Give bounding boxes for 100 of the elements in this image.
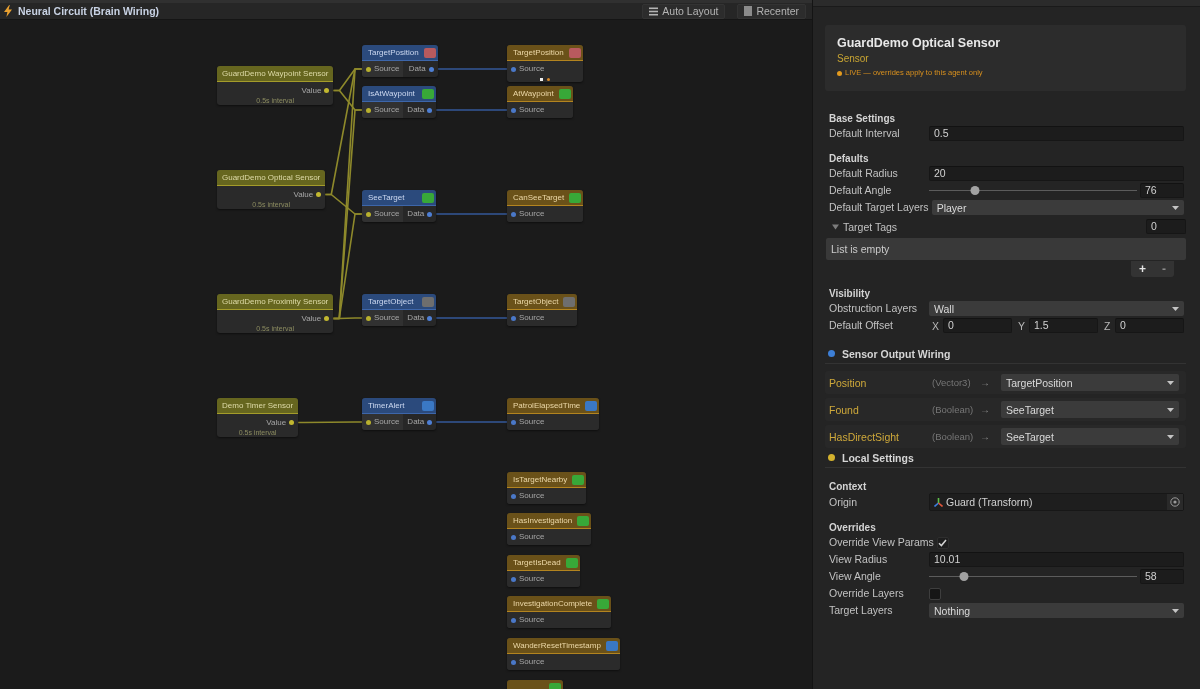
caret-icon [1167,407,1174,412]
graph-node[interactable]: IsTargetNearby Source [507,472,587,504]
input-port-icon[interactable] [366,66,371,72]
node-title: WanderResetTimestamp [513,640,601,651]
field-label: View Angle [829,570,882,583]
dropdown[interactable]: Nothing [929,603,1184,618]
port-label: Source [519,105,545,115]
field-label: Target Layers [829,604,894,617]
input-port-icon[interactable] [511,66,516,72]
input-port-icon[interactable] [366,419,371,425]
number-field[interactable]: 58 [1140,569,1184,584]
input-port-icon[interactable] [511,493,516,499]
target-dropdown[interactable]: TargetPosition [1001,374,1179,391]
axis-label: X [932,319,940,332]
input-port-icon[interactable] [511,211,516,217]
input-port-icon[interactable] [511,617,516,623]
connection-wire [436,68,508,70]
number-field[interactable]: 0 [943,318,1012,333]
input-port-icon[interactable] [511,659,516,665]
number-field[interactable]: 76 [1140,183,1184,198]
number-field[interactable]: 1.5 [1029,318,1098,333]
output-port-icon[interactable] [427,315,433,321]
output-port-icon[interactable] [316,192,322,197]
output-port-icon[interactable] [324,88,330,93]
graph-node[interactable]: TargetPosition Source [507,45,583,82]
port-label: Source [519,64,545,74]
port-label: Source [519,417,545,427]
number-field[interactable]: 10.01 [929,552,1184,567]
checkbox[interactable] [929,587,941,600]
field-label: Default Angle [829,184,893,197]
graph-node[interactable]: TargetObject Source [507,294,578,326]
target-dropdown[interactable]: SeeTarget [1001,401,1179,418]
port-label: Data [407,105,425,115]
output-port-icon[interactable] [428,66,434,72]
axis-label: Y [1018,319,1026,332]
add-button[interactable]: + [1136,262,1149,276]
field-label: Origin [829,495,858,509]
checkbox[interactable] [936,536,949,549]
graph-node[interactable]: PatrolElapsedTime Source [507,398,600,430]
output-port-icon[interactable] [324,316,330,321]
count-field[interactable]: 0 [1146,219,1186,234]
slider-thumb[interactable] [959,572,969,581]
port-name: HasDirectSight [829,430,901,443]
output-port-icon[interactable] [427,107,433,113]
slider-thumb[interactable] [970,186,980,195]
foldout-header[interactable]: Local Settings [825,448,1186,468]
number-field[interactable]: 20 [929,166,1184,181]
input-port-icon[interactable] [366,315,371,321]
dropdown[interactable]: Wall [929,301,1184,316]
number-field[interactable]: 0 [1115,318,1184,333]
node-type-label: Sensor [837,52,870,65]
graph-node[interactable]: TimerAlert Source Data [362,398,437,430]
dropdown[interactable]: Player [931,200,1184,215]
input-port-icon[interactable] [366,107,371,113]
field-label: Default Radius [829,167,899,180]
node-name: GuardDemo Optical Sensor [837,36,1002,51]
input-port-icon[interactable] [511,315,516,321]
graph-node[interactable]: IsAtWaypoint Source Data [362,86,437,118]
output-port-icon[interactable] [427,211,433,217]
input-port-icon[interactable] [511,419,516,425]
empty-list-message: List is empty [826,238,1186,260]
input-port-icon[interactable] [511,107,516,113]
port-label: Source [374,417,400,427]
node-title: AtWaypoint [513,88,554,99]
toolbar-button[interactable]: Auto Layout [642,3,726,19]
target-icon [1170,497,1180,507]
output-port-icon[interactable] [289,420,295,425]
graph-node[interactable]: InvestigationComplete Source [507,596,612,628]
port-label: Source [519,657,545,667]
toolbar-button[interactable]: Recenter [737,3,806,19]
foldout-triangle-icon[interactable] [832,223,839,230]
caret-icon [1172,306,1179,311]
graph-node[interactable]: AtWaypoint Source [507,86,573,118]
input-port-icon[interactable] [366,211,371,217]
graph-node[interactable]: SeeTarget Source Data [362,190,437,222]
arrow-label: → [980,377,991,388]
input-port-icon[interactable] [511,534,516,540]
object-field[interactable]: Guard (Transform) [929,493,1184,511]
port-label: Source [374,209,400,219]
number-field[interactable]: 0.5 [929,126,1184,141]
node-title: TargetPosition [513,47,564,58]
port-label: Value [293,189,314,200]
field-label: Default Interval [829,127,901,140]
target-dropdown[interactable]: SeeTarget [1001,428,1179,445]
remove-button[interactable]: - [1159,262,1169,276]
object-picker-button[interactable] [1167,494,1183,510]
lightning-icon [4,5,12,17]
node-title: GuardDemo Waypoint Sensor [222,68,329,79]
port-label: Source [519,615,545,625]
output-port-icon[interactable] [427,419,433,425]
graph-node[interactable]: TargetObject Source Data [362,294,437,326]
graph-node[interactable]: TargetIsDead Source [507,555,580,587]
graph-node[interactable]: CanSeeTarget Source [507,190,584,222]
axes-icon [934,497,943,507]
node-title: GuardDemo Optical Sensor [222,172,321,183]
input-port-icon[interactable] [511,576,516,582]
graph-node[interactable]: TargetPosition Source Data [362,45,438,77]
graph-node[interactable]: WanderResetTimestamp Source [507,638,620,670]
foldout-header[interactable]: Sensor Output Wiring [825,344,1186,364]
graph-node[interactable]: HasInvestigation Source [507,513,592,545]
